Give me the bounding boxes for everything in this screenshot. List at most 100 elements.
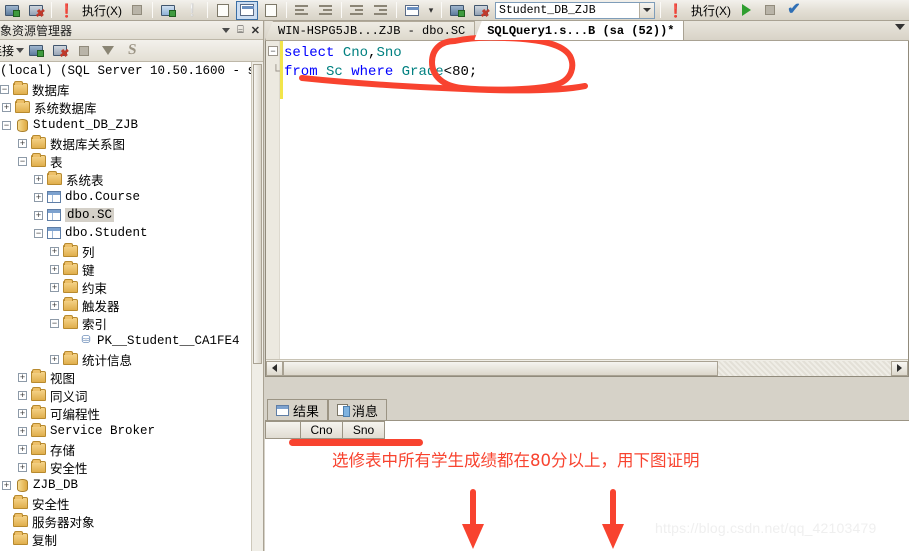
column-header[interactable]: Cno: [301, 421, 343, 439]
tree-node[interactable]: − 索引: [0, 314, 251, 333]
expand-toggle-icon[interactable]: +: [18, 372, 27, 382]
server-disconnect-icon[interactable]: ✖: [25, 1, 47, 20]
collapse-toggle-icon[interactable]: −: [0, 84, 9, 94]
tree-node[interactable]: + 数据库关系图: [0, 134, 251, 153]
execute-button-2[interactable]: 执行(X): [688, 2, 734, 19]
oe-stop-icon[interactable]: [73, 41, 95, 60]
expand-toggle-icon[interactable]: +: [18, 408, 27, 418]
oe-disconnect-icon[interactable]: ✖: [49, 41, 71, 60]
results-to-grid-icon[interactable]: [236, 0, 258, 20]
tree-node[interactable]: + 列: [0, 242, 251, 261]
tree-node[interactable]: + 触发器: [0, 296, 251, 315]
tree-node[interactable]: + 同义词: [0, 386, 251, 405]
tree-node[interactable]: + 键: [0, 260, 251, 279]
expand-toggle-icon[interactable]: +: [18, 138, 27, 148]
parse-icon[interactable]: [157, 1, 179, 20]
hscroll-thumb[interactable]: [283, 360, 718, 376]
server-connect-icon[interactable]: [1, 1, 23, 20]
tab-overflow-icon[interactable]: [895, 24, 905, 30]
expand-toggle-icon[interactable]: +: [34, 174, 43, 184]
parse-check-icon[interactable]: ✔: [783, 1, 805, 20]
specify-values-icon[interactable]: [401, 1, 423, 20]
code-line[interactable]: └ from Sc where Grade <80;: [272, 62, 908, 81]
tree-node[interactable]: + 视图: [0, 368, 251, 387]
expand-toggle-icon[interactable]: +: [50, 300, 59, 310]
expand-toggle-icon[interactable]: +: [50, 246, 59, 256]
code-line[interactable]: − select Cno, Sno: [268, 43, 908, 62]
outline-collapse-icon[interactable]: −: [268, 46, 278, 56]
chevron-down-icon[interactable]: [639, 2, 654, 18]
stop-icon[interactable]: [126, 1, 148, 20]
object-explorer-scrollbar[interactable]: [251, 62, 263, 551]
overflow-icon[interactable]: ▾: [425, 1, 437, 20]
database-selector[interactable]: Student_DB_ZJB: [495, 1, 655, 19]
stop-icon-2[interactable]: [759, 1, 781, 20]
filter-icon[interactable]: [97, 41, 119, 60]
sql-editor[interactable]: − select Cno, Sno └ from Sc where Grade <80;: [265, 41, 909, 377]
tree-node[interactable]: + 系统数据库: [0, 98, 251, 117]
play-icon[interactable]: [735, 1, 757, 20]
code-content[interactable]: − select Cno, Sno └ from Sc where Grade <80;: [268, 43, 908, 81]
tree-node[interactable]: + 约束: [0, 278, 251, 297]
chevron-down-icon[interactable]: [222, 28, 231, 33]
tree-node[interactable]: + dbo.Course: [0, 188, 251, 206]
results-to-text-icon[interactable]: [212, 1, 234, 20]
expand-toggle-icon[interactable]: +: [50, 282, 59, 292]
oe-connect-icon[interactable]: [25, 41, 47, 60]
scroll-left-icon[interactable]: [266, 360, 283, 376]
tree-node[interactable]: + ZJB_DB: [0, 476, 251, 494]
results-tab[interactable]: 消息: [328, 399, 388, 420]
editor-tab[interactable]: WIN-HSPG5JB...ZJB - dbo.SC: [265, 21, 476, 40]
row-selector-header[interactable]: [265, 421, 301, 439]
collapse-toggle-icon[interactable]: −: [18, 156, 27, 166]
change-connection-icon[interactable]: ✖: [470, 1, 492, 20]
tree-node[interactable]: ⛁ PK__Student__CA1FE4: [0, 332, 251, 350]
expand-toggle-icon[interactable]: +: [34, 192, 43, 202]
execute-warning-icon[interactable]: ❗: [56, 1, 78, 20]
decrease-indent-icon[interactable]: [346, 1, 368, 20]
tree-node[interactable]: + 安全性: [0, 458, 251, 477]
pin-icon[interactable]: ⌸: [237, 24, 244, 37]
expand-toggle-icon[interactable]: +: [18, 444, 27, 454]
expand-toggle-icon[interactable]: +: [50, 354, 59, 364]
expand-toggle-icon[interactable]: +: [18, 426, 27, 436]
tree-node[interactable]: (local) (SQL Server 10.50.1600 - s: [0, 62, 251, 80]
debug-icon[interactable]: ❕: [181, 1, 203, 20]
tree-node[interactable]: − 数据库: [0, 80, 251, 99]
hscroll-track[interactable]: [718, 360, 891, 376]
collapse-toggle-icon[interactable]: −: [2, 120, 11, 130]
expand-toggle-icon[interactable]: +: [18, 462, 27, 472]
expand-toggle-icon[interactable]: +: [2, 480, 11, 490]
expand-toggle-icon[interactable]: +: [2, 102, 11, 112]
collapse-toggle-icon[interactable]: −: [50, 318, 59, 328]
connect-icon[interactable]: [446, 1, 468, 20]
expand-toggle-icon[interactable]: +: [18, 390, 27, 400]
tree-node[interactable]: 复制: [0, 530, 251, 549]
scrollbar-thumb[interactable]: [253, 64, 262, 364]
refresh-icon[interactable]: S: [121, 41, 143, 60]
tree-node[interactable]: + dbo.SC: [0, 206, 251, 224]
results-to-file-icon[interactable]: [260, 1, 282, 20]
expand-toggle-icon[interactable]: +: [50, 264, 59, 274]
tree-node[interactable]: + 系统表: [0, 170, 251, 189]
editor-horizontal-scrollbar[interactable]: [266, 359, 908, 376]
editor-tab[interactable]: SQLQuery1.s...B (sa (52))*: [474, 20, 685, 40]
execute-button-1[interactable]: 执行(X): [79, 2, 125, 19]
collapse-toggle-icon[interactable]: −: [34, 228, 43, 238]
tree-node[interactable]: + Service Broker: [0, 422, 251, 440]
uncomment-icon[interactable]: [315, 1, 337, 20]
comment-icon[interactable]: [291, 1, 313, 20]
tree-node[interactable]: 安全性: [0, 494, 251, 513]
column-header[interactable]: Sno: [343, 421, 385, 439]
increase-indent-icon[interactable]: [370, 1, 392, 20]
tree-node[interactable]: + 可编程性: [0, 404, 251, 423]
object-explorer-tree[interactable]: (local) (SQL Server 10.50.1600 - s − 数据库 + 系…: [0, 62, 251, 551]
tree-node[interactable]: + 存储: [0, 440, 251, 459]
tree-node[interactable]: − 表: [0, 152, 251, 171]
tree-node[interactable]: − Student_DB_ZJB: [0, 116, 251, 134]
results-tab[interactable]: 结果: [267, 399, 329, 420]
tree-node[interactable]: 服务器对象: [0, 512, 251, 531]
execute-warning-icon-2[interactable]: ❗: [665, 1, 687, 20]
expand-toggle-icon[interactable]: +: [34, 210, 43, 220]
close-icon[interactable]: ✕: [251, 24, 260, 37]
